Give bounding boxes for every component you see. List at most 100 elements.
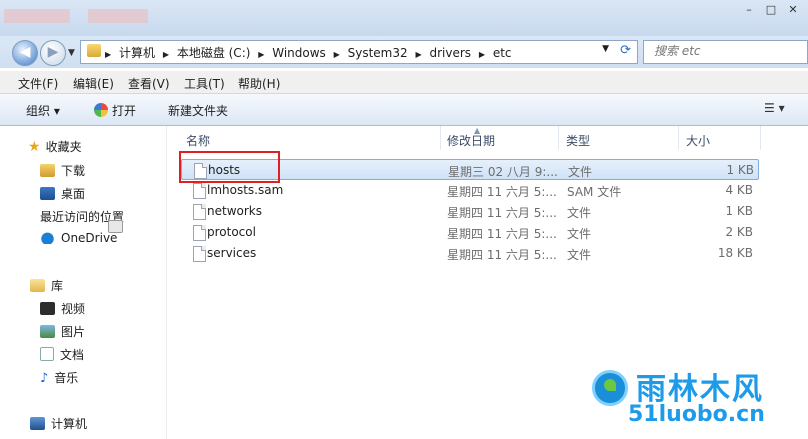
search-input[interactable]	[652, 43, 806, 59]
crumb-computer[interactable]: 计算机	[119, 46, 155, 60]
file-date: 星期四 11 六月 5:...	[447, 227, 557, 241]
nav-onedrive-label: OneDrive	[61, 231, 118, 245]
chevron-right-icon[interactable]: ▶	[258, 50, 264, 59]
menu-file[interactable]: 文件(F)	[18, 75, 58, 92]
menu-tools[interactable]: 工具(T)	[184, 75, 225, 92]
computer-icon	[30, 417, 45, 430]
file-size: 4 KB	[725, 183, 753, 197]
open-with-icon	[94, 103, 108, 117]
column-divider[interactable]	[678, 126, 679, 150]
menu-help[interactable]: 帮助(H)	[238, 75, 280, 92]
file-row-networks[interactable]: networks 星期四 11 六月 5:... 文件 1 KB	[181, 201, 757, 222]
close-icon[interactable]: ✕	[784, 2, 802, 18]
crumb-windows[interactable]: Windows	[272, 46, 326, 60]
chevron-right-icon[interactable]: ▶	[479, 50, 485, 59]
crumb-etc[interactable]: etc	[493, 46, 512, 60]
watermark-domain: 51luobo.cn	[628, 402, 765, 427]
nav-desktop[interactable]: 桌面	[40, 185, 85, 202]
file-type: 文件	[567, 206, 592, 220]
column-name[interactable]: 名称	[186, 132, 210, 149]
nav-favorites[interactable]: ★ 收藏夹	[28, 138, 82, 155]
file-type: 文件	[567, 227, 592, 241]
crumb-drivers[interactable]: drivers	[429, 46, 471, 60]
organize-button[interactable]: 组织 ▾	[26, 102, 60, 119]
nav-videos-label: 视频	[61, 302, 86, 316]
chevron-right-icon[interactable]: ▶	[105, 50, 111, 59]
nav-documents[interactable]: 文档	[40, 346, 84, 363]
new-folder-button[interactable]: 新建文件夹	[168, 102, 228, 119]
address-bar[interactable]: ▶ 计算机 ▶ 本地磁盘 (C:) ▶ Windows ▶ System32 ▶…	[80, 40, 638, 64]
navigation-pane: ★ 收藏夹 下载 桌面 最近访问的位置 OneDrive 库 视频 图片 文档 ♪…	[0, 126, 167, 439]
file-icon	[193, 246, 206, 262]
file-row-services[interactable]: services 星期四 11 六月 5:... 文件 18 KB	[181, 243, 757, 264]
nav-music[interactable]: ♪ 音乐	[40, 369, 78, 386]
file-size: 18 KB	[717, 246, 753, 260]
refresh-icon[interactable]: ⟳	[620, 43, 631, 58]
taskbar-blur-tab	[88, 9, 148, 23]
nav-recent[interactable]: 最近访问的位置	[40, 208, 124, 233]
column-date[interactable]: 修改日期	[447, 132, 495, 149]
nav-music-label: 音乐	[54, 371, 79, 385]
nav-downloads[interactable]: 下载	[40, 162, 85, 179]
file-type: 文件	[567, 248, 592, 262]
recent-pages-dropdown[interactable]: ▼	[68, 48, 75, 58]
column-header: ▲ 名称 修改日期 类型 大小	[168, 126, 808, 150]
nav-pictures[interactable]: 图片	[40, 323, 85, 340]
view-options-button[interactable]: ☰ ▾	[764, 101, 785, 115]
menu-view[interactable]: 查看(V)	[128, 75, 170, 92]
nav-computer[interactable]: 计算机	[30, 415, 87, 432]
taskbar-blur-tab	[4, 9, 70, 23]
file-date: 星期四 11 六月 5:...	[447, 185, 557, 199]
video-icon	[40, 302, 55, 315]
menu-edit[interactable]: 编辑(E)	[73, 75, 114, 92]
crumb-local-disk[interactable]: 本地磁盘 (C:)	[177, 46, 251, 60]
library-icon	[30, 279, 45, 292]
column-divider[interactable]	[440, 126, 441, 150]
file-date: 星期四 11 六月 5:...	[447, 248, 557, 262]
column-divider[interactable]	[558, 126, 559, 150]
chevron-right-icon[interactable]: ▶	[334, 50, 340, 59]
back-button[interactable]: ◀	[12, 40, 38, 66]
music-icon: ♪	[40, 371, 49, 386]
column-divider[interactable]	[760, 126, 761, 150]
picture-icon	[40, 325, 55, 338]
file-row-protocol[interactable]: protocol 星期四 11 六月 5:... 文件 2 KB	[181, 222, 757, 243]
nav-pictures-label: 图片	[61, 325, 86, 339]
file-name: lmhosts.sam	[207, 183, 284, 197]
file-size: 2 KB	[725, 225, 753, 239]
file-size: 1 KB	[725, 204, 753, 218]
nav-libraries-label: 库	[51, 279, 64, 293]
column-type[interactable]: 类型	[566, 132, 590, 149]
pane-splitter[interactable]	[166, 126, 167, 439]
nav-computer-label: 计算机	[51, 417, 88, 431]
nav-favorites-label: 收藏夹	[45, 140, 82, 154]
open-label: 打开	[112, 104, 137, 118]
nav-downloads-label: 下载	[61, 164, 86, 178]
file-icon	[193, 183, 206, 199]
open-button[interactable]: 打开	[94, 102, 136, 119]
file-name: protocol	[207, 225, 256, 239]
crumb-system32[interactable]: System32	[348, 46, 408, 60]
file-row-lmhosts[interactable]: lmhosts.sam 星期四 11 六月 5:... SAM 文件 4 KB	[181, 180, 757, 201]
chevron-right-icon[interactable]: ▶	[163, 50, 169, 59]
nav-libraries[interactable]: 库	[30, 277, 63, 294]
search-box[interactable]	[643, 40, 808, 64]
maximize-icon[interactable]: □	[762, 2, 780, 18]
nav-videos[interactable]: 视频	[40, 300, 85, 317]
file-date: 星期四 11 六月 5:...	[447, 206, 557, 220]
forward-button[interactable]: ▶	[40, 40, 66, 66]
file-icon	[193, 204, 206, 220]
file-name: networks	[207, 204, 262, 218]
chevron-right-icon[interactable]: ▶	[415, 50, 421, 59]
breadcrumb: ▶ 计算机 ▶ 本地磁盘 (C:) ▶ Windows ▶ System32 ▶…	[105, 44, 516, 61]
annotation-highlight-box	[179, 151, 280, 183]
menu-bar: 文件(F) 编辑(E) 查看(V) 工具(T) 帮助(H)	[0, 71, 808, 94]
column-size[interactable]: 大小	[686, 132, 710, 149]
nav-onedrive[interactable]: OneDrive	[40, 231, 117, 245]
window-titlebar: – □ ✕	[0, 0, 808, 36]
downloads-folder-icon	[40, 164, 55, 177]
nav-desktop-label: 桌面	[61, 187, 86, 201]
watermark-logo-icon	[592, 370, 628, 406]
minimize-icon[interactable]: –	[740, 2, 758, 18]
address-dropdown-icon[interactable]: ▼	[602, 44, 609, 54]
